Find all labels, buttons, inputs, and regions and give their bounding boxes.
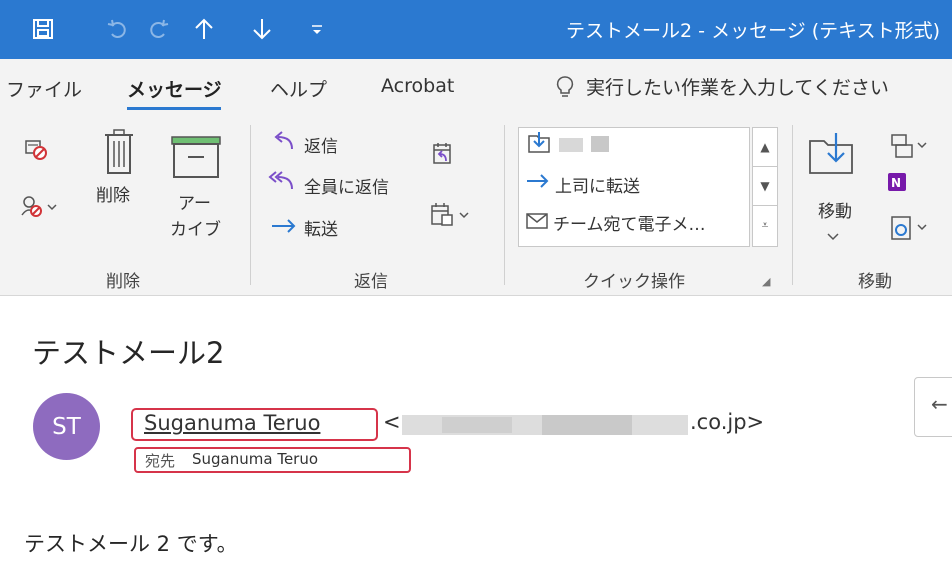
next-item-icon[interactable] [245, 12, 279, 46]
actions-icon[interactable] [888, 215, 948, 245]
more-respond-icon[interactable] [430, 201, 474, 231]
move-label[interactable]: 移動 [818, 197, 852, 222]
delete-group-label: 削除 [106, 272, 140, 292]
delete-button-label[interactable]: 削除 [96, 181, 130, 206]
avatar[interactable]: ST [33, 393, 100, 460]
title-bar: テストメール2 - メッセージ (テキスト形式) [0, 0, 952, 59]
message-subject: テストメール2 [32, 336, 225, 370]
forward-label[interactable]: 転送 [304, 215, 338, 240]
dialog-launcher-icon[interactable]: ◢ [762, 275, 770, 288]
recipient-name[interactable]: Suganuma Teruo [192, 450, 318, 468]
cleanup-icon[interactable] [20, 193, 60, 223]
reply-all-icon[interactable] [266, 171, 296, 197]
trash-icon[interactable] [103, 127, 135, 179]
onenote-icon[interactable]: N [886, 171, 908, 197]
tell-me-search[interactable]: 実行したい作業を入力してください [556, 73, 889, 100]
svg-text:N: N [891, 176, 901, 190]
previous-item-icon[interactable] [187, 12, 221, 46]
scroll-down-icon[interactable]: ▼ [753, 167, 777, 206]
move-dropdown-icon[interactable] [826, 227, 840, 246]
archive-icon[interactable] [170, 135, 222, 183]
forward-to-manager-icon[interactable] [525, 172, 551, 194]
quick-steps-group-label: クイック操作 [583, 272, 685, 292]
sender-email-open: < [383, 410, 401, 434]
group-separator [504, 125, 505, 285]
move-group-label: 移動 [858, 272, 892, 292]
redacted-email-address [402, 415, 688, 435]
avatar-initials: ST [52, 413, 81, 440]
ignore-icon[interactable] [24, 137, 48, 165]
sender-email-domain: .co.jp> [690, 410, 765, 434]
quick-steps-gallery: 上司に転送 チーム宛て電子メ… [518, 127, 750, 247]
meeting-icon[interactable] [432, 141, 454, 171]
lightbulb-icon [556, 75, 574, 97]
expand-gallery-icon[interactable]: ⩡ [753, 206, 777, 245]
rules-icon[interactable] [888, 133, 948, 163]
team-email-icon[interactable] [525, 212, 549, 234]
archive-label-line2[interactable]: カイブ [170, 215, 221, 240]
customize-toolbar-icon[interactable] [300, 12, 334, 46]
reply-all-label[interactable]: 全員に返信 [304, 173, 389, 198]
quick-step-team-email[interactable]: チーム宛て電子メ… [553, 210, 706, 235]
tab-file[interactable]: ファイル [6, 75, 82, 102]
reply-icon[interactable] [270, 131, 296, 157]
reply-arrow-icon: ← [931, 392, 948, 416]
archive-label-line1[interactable]: アー [178, 189, 211, 214]
tell-me-placeholder: 実行したい作業を入力してください [586, 77, 889, 99]
group-separator [250, 125, 251, 285]
move-icon[interactable] [808, 131, 856, 179]
reply-action-button[interactable]: ← [914, 377, 952, 437]
forward-icon[interactable] [270, 217, 298, 239]
tab-message[interactable]: メッセージ [127, 75, 222, 102]
quick-steps-scroller: ▲ ▼ ⩡ [752, 127, 778, 247]
sender-name[interactable]: Suganuma Teruo [144, 411, 320, 435]
active-tab-indicator [127, 107, 221, 110]
tab-help[interactable]: ヘルプ [270, 75, 327, 102]
reply-group-label: 返信 [354, 272, 388, 292]
quick-step-to-manager[interactable]: 上司に転送 [555, 172, 640, 197]
window-title: テストメール2 - メッセージ (テキスト形式) [566, 20, 940, 42]
undo-icon[interactable] [100, 12, 134, 46]
redo-icon[interactable] [142, 12, 176, 46]
move-to-folder-icon[interactable] [527, 130, 551, 158]
to-label: 宛先 [145, 452, 176, 470]
redacted-quick-step [591, 136, 609, 152]
menu-tabs: ファイル メッセージ ヘルプ Acrobat 実行したい作業を入力してください [0, 59, 952, 115]
ribbon: 削除 アー カイブ 削除 返信 全員に返信 転送 返信 上司に転送 チーム宛て電… [0, 115, 952, 296]
scroll-up-icon[interactable]: ▲ [753, 128, 777, 167]
redacted-quick-step [559, 138, 583, 152]
tab-acrobat[interactable]: Acrobat [381, 75, 454, 97]
group-separator [792, 125, 793, 285]
save-icon[interactable] [26, 12, 60, 46]
reply-label[interactable]: 返信 [304, 132, 338, 157]
message-body: テストメール 2 です。 [24, 532, 238, 556]
